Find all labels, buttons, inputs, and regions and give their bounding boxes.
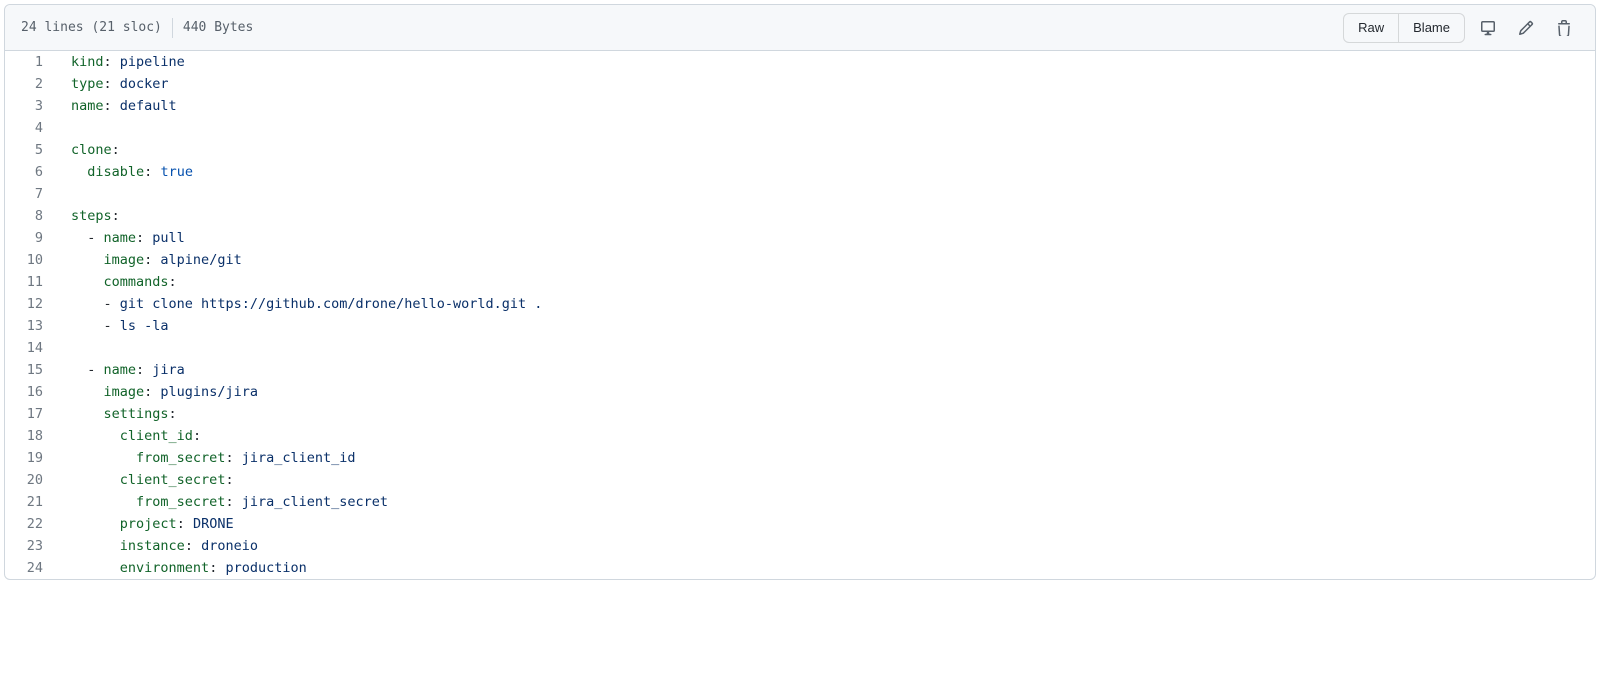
line-code <box>55 183 1595 205</box>
code-line: 9 - name: pull <box>5 227 1595 249</box>
device-desktop-icon <box>1480 20 1496 36</box>
code-line: 6 disable: true <box>5 161 1595 183</box>
file-view: 24 lines (21 sloc) 440 Bytes Raw Blame 1… <box>4 4 1596 580</box>
line-code: image: plugins/jira <box>55 381 1595 403</box>
line-code: instance: droneio <box>55 535 1595 557</box>
code-line: 11 commands: <box>5 271 1595 293</box>
code-line: 3name: default <box>5 95 1595 117</box>
code-line: 20 client_secret: <box>5 469 1595 491</box>
code-blob: 1kind: pipeline2type: docker3name: defau… <box>5 51 1595 579</box>
raw-button[interactable]: Raw <box>1343 13 1399 43</box>
line-code: - name: jira <box>55 359 1595 381</box>
code-line: 23 instance: droneio <box>5 535 1595 557</box>
line-code: steps: <box>55 205 1595 227</box>
line-number[interactable]: 14 <box>5 337 55 359</box>
code-line: 21 from_secret: jira_client_secret <box>5 491 1595 513</box>
file-actions: Raw Blame <box>1343 13 1579 43</box>
code-line: 12 - git clone https://github.com/drone/… <box>5 293 1595 315</box>
line-number[interactable]: 1 <box>5 51 55 73</box>
code-line: 14 <box>5 337 1595 359</box>
line-number[interactable]: 2 <box>5 73 55 95</box>
line-number[interactable]: 15 <box>5 359 55 381</box>
line-code: name: default <box>55 95 1595 117</box>
edit-button[interactable] <box>1511 13 1541 43</box>
line-number[interactable]: 6 <box>5 161 55 183</box>
file-info-size: 440 Bytes <box>183 20 253 35</box>
line-code: client_secret: <box>55 469 1595 491</box>
line-number[interactable]: 22 <box>5 513 55 535</box>
line-number[interactable]: 7 <box>5 183 55 205</box>
line-code: type: docker <box>55 73 1595 95</box>
line-number[interactable]: 23 <box>5 535 55 557</box>
code-line: 1kind: pipeline <box>5 51 1595 73</box>
blame-button[interactable]: Blame <box>1399 13 1465 43</box>
code-line: 4 <box>5 117 1595 139</box>
code-line: 15 - name: jira <box>5 359 1595 381</box>
line-number[interactable]: 16 <box>5 381 55 403</box>
line-number[interactable]: 4 <box>5 117 55 139</box>
view-mode-buttons: Raw Blame <box>1343 13 1465 43</box>
pencil-icon <box>1518 20 1534 36</box>
delete-button[interactable] <box>1549 13 1579 43</box>
line-number[interactable]: 13 <box>5 315 55 337</box>
code-line: 5clone: <box>5 139 1595 161</box>
trash-icon <box>1556 20 1572 36</box>
line-number[interactable]: 9 <box>5 227 55 249</box>
line-code: disable: true <box>55 161 1595 183</box>
line-code: from_secret: jira_client_secret <box>55 491 1595 513</box>
file-header: 24 lines (21 sloc) 440 Bytes Raw Blame <box>5 5 1595 51</box>
line-number[interactable]: 24 <box>5 557 55 579</box>
file-info: 24 lines (21 sloc) 440 Bytes <box>21 18 253 38</box>
code-line: 13 - ls -la <box>5 315 1595 337</box>
line-number[interactable]: 3 <box>5 95 55 117</box>
code-line: 22 project: DRONE <box>5 513 1595 535</box>
line-code: - ls -la <box>55 315 1595 337</box>
code-line: 16 image: plugins/jira <box>5 381 1595 403</box>
line-code: environment: production <box>55 557 1595 579</box>
line-number[interactable]: 12 <box>5 293 55 315</box>
line-number[interactable]: 8 <box>5 205 55 227</box>
line-code <box>55 337 1595 359</box>
code-line: 7 <box>5 183 1595 205</box>
line-code: clone: <box>55 139 1595 161</box>
line-code: image: alpine/git <box>55 249 1595 271</box>
line-number[interactable]: 21 <box>5 491 55 513</box>
code-line: 2type: docker <box>5 73 1595 95</box>
code-table: 1kind: pipeline2type: docker3name: defau… <box>5 51 1595 579</box>
code-line: 19 from_secret: jira_client_id <box>5 447 1595 469</box>
line-code: kind: pipeline <box>55 51 1595 73</box>
file-info-lines: 24 lines (21 sloc) <box>21 20 162 35</box>
line-number[interactable]: 11 <box>5 271 55 293</box>
line-code: - name: pull <box>55 227 1595 249</box>
line-number[interactable]: 17 <box>5 403 55 425</box>
line-number[interactable]: 20 <box>5 469 55 491</box>
line-number[interactable]: 10 <box>5 249 55 271</box>
line-number[interactable]: 19 <box>5 447 55 469</box>
line-number[interactable]: 18 <box>5 425 55 447</box>
code-line: 18 client_id: <box>5 425 1595 447</box>
line-code: project: DRONE <box>55 513 1595 535</box>
line-number[interactable]: 5 <box>5 139 55 161</box>
line-code: client_id: <box>55 425 1595 447</box>
line-code: commands: <box>55 271 1595 293</box>
desktop-icon[interactable] <box>1473 13 1503 43</box>
line-code: - git clone https://github.com/drone/hel… <box>55 293 1595 315</box>
code-line: 8steps: <box>5 205 1595 227</box>
line-code: from_secret: jira_client_id <box>55 447 1595 469</box>
code-line: 24 environment: production <box>5 557 1595 579</box>
line-code <box>55 117 1595 139</box>
code-line: 10 image: alpine/git <box>5 249 1595 271</box>
divider <box>172 18 173 38</box>
line-code: settings: <box>55 403 1595 425</box>
code-line: 17 settings: <box>5 403 1595 425</box>
